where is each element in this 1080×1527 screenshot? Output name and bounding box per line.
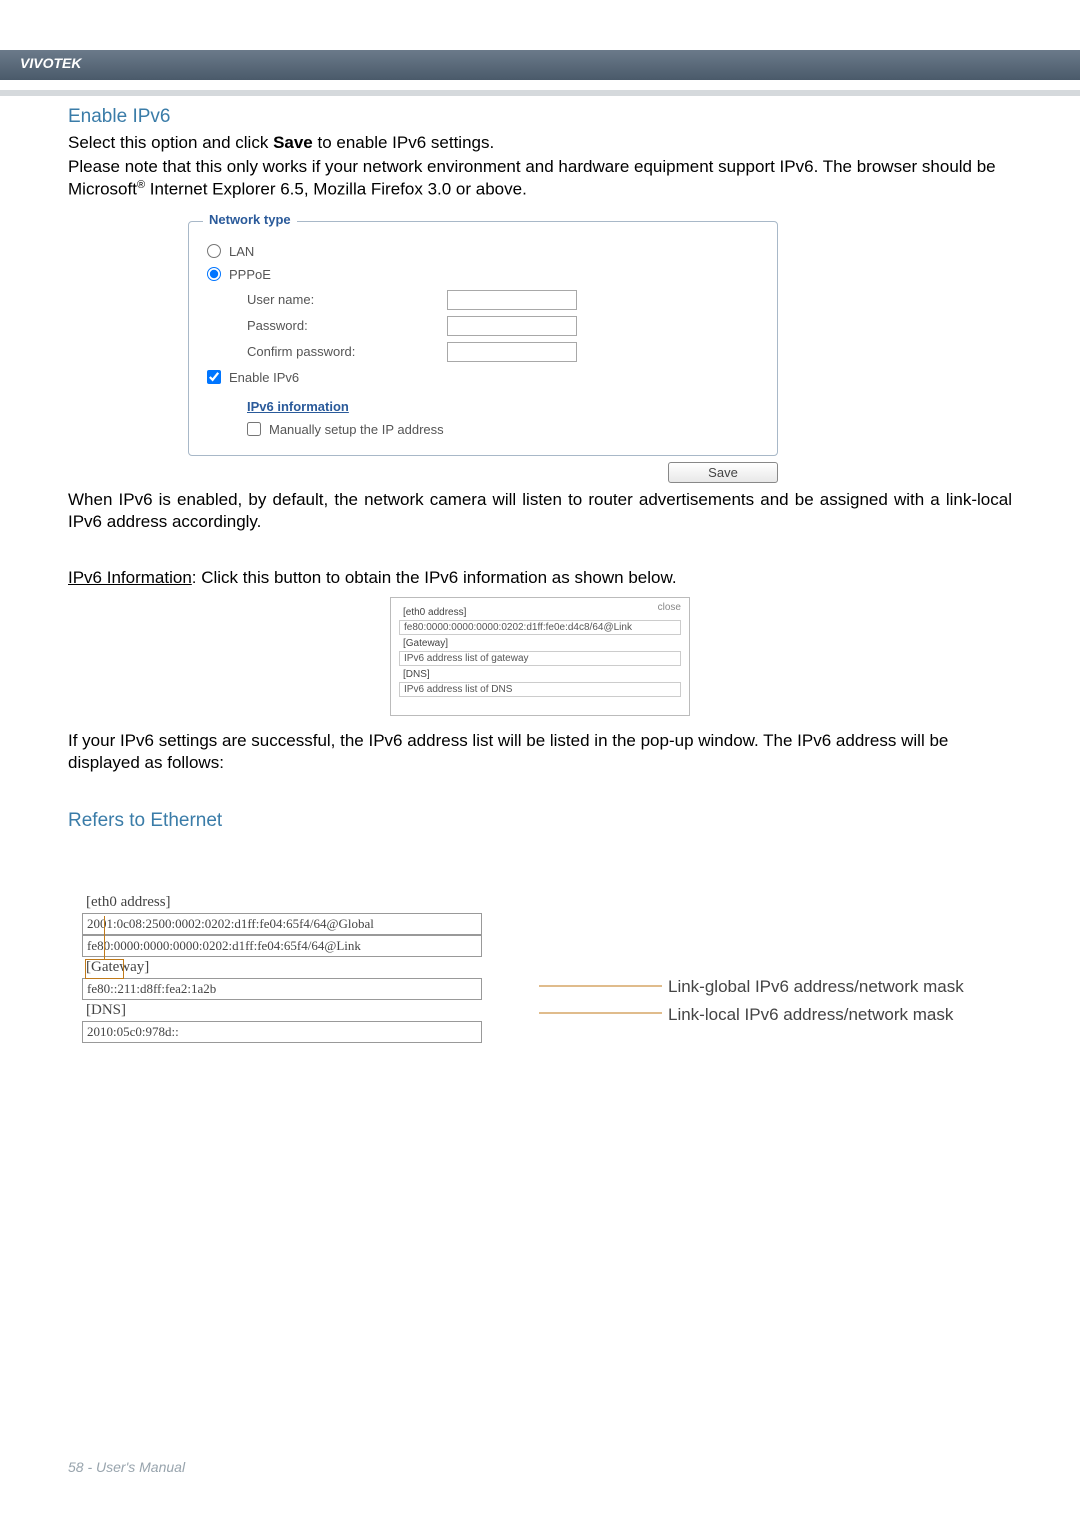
popup-dns-value: IPv6 address list of DNS xyxy=(399,682,681,697)
page-footer: 58 - User's Manual xyxy=(68,1459,185,1475)
lan-option[interactable]: LAN xyxy=(207,244,759,259)
intro-line-2: Please note that this only works if your… xyxy=(68,156,1012,201)
intro-line-1: Select this option and click Save to ena… xyxy=(68,132,1012,154)
ipv6-info-underline: IPv6 Information xyxy=(68,568,192,587)
big-dns-value: 2010:05c0:978d:: xyxy=(82,1021,482,1043)
enable-ipv6-row[interactable]: Enable IPv6 xyxy=(207,370,759,385)
popup-eth0-value: fe80:0000:0000:0000:0202:d1ff:fe0e:d4c8/… xyxy=(399,620,681,635)
username-input[interactable] xyxy=(447,290,577,310)
pppoe-radio[interactable] xyxy=(207,267,221,281)
big-eth0-label: [eth0 address] xyxy=(82,892,482,913)
callout-line-eth0 xyxy=(104,916,105,959)
callout-box-eth0 xyxy=(85,959,124,979)
ipv6-popup-small: close [eth0 address] fe80:0000:0000:0000… xyxy=(390,597,690,716)
refers-title: Refers to Ethernet xyxy=(68,810,1012,832)
pppoe-option[interactable]: PPPoE xyxy=(207,267,759,282)
big-link-addr: fe80:0000:0000:0000:0202:d1ff:fe04:65f4/… xyxy=(82,935,482,957)
confirm-row: Confirm password: xyxy=(247,342,759,362)
popup-gw-value: IPv6 address list of gateway xyxy=(399,651,681,666)
pppoe-label: PPPoE xyxy=(229,267,271,282)
manual-ip-row[interactable]: Manually setup the IP address xyxy=(247,422,759,437)
lan-label: LAN xyxy=(229,244,254,259)
big-dns-label: [DNS] xyxy=(82,1000,482,1021)
big-gw-value: fe80::211:d8ff:fea2:1a2b xyxy=(82,978,482,1000)
username-label: User name: xyxy=(247,292,447,307)
confirm-label: Confirm password: xyxy=(247,344,447,359)
popup-gw-label: [Gateway] xyxy=(399,637,681,650)
page-content: Enable IPv6 Select this option and click… xyxy=(0,76,1080,1043)
network-type-panel: Network type LAN PPPoE User name: Passwo… xyxy=(188,221,778,483)
brand-text: VIVOTEK xyxy=(20,55,81,71)
popup-dns-label: [DNS] xyxy=(399,668,681,681)
manual-ip-label: Manually setup the IP address xyxy=(269,422,444,437)
enable-ipv6-checkbox[interactable] xyxy=(207,370,221,384)
ipv6-information-link[interactable]: IPv6 information xyxy=(247,399,349,414)
confirm-input[interactable] xyxy=(447,342,577,362)
after-panel-text: When IPv6 is enabled, by default, the ne… xyxy=(68,489,1012,533)
annot-global: Link-global IPv6 address/network mask xyxy=(668,977,964,997)
enable-ipv6-label: Enable IPv6 xyxy=(229,370,299,385)
password-input[interactable] xyxy=(447,316,577,336)
lan-radio[interactable] xyxy=(207,244,221,258)
save-row: Save xyxy=(188,462,778,483)
ipv6-big-block: [eth0 address] 2001:0c08:2500:0002:0202:… xyxy=(68,892,1012,1043)
panel-legend: Network type xyxy=(203,212,297,227)
save-button[interactable]: Save xyxy=(668,462,778,483)
big-gw-label: [Gateway] xyxy=(82,957,482,978)
ipv6-info-line: IPv6 Information: Click this button to o… xyxy=(68,567,1012,589)
username-row: User name: xyxy=(247,290,759,310)
section-title: Enable IPv6 xyxy=(68,106,1012,128)
big-global-addr: 2001:0c08:2500:0002:0202:d1ff:fe04:65f4/… xyxy=(82,913,482,935)
manual-ip-checkbox[interactable] xyxy=(247,422,261,436)
popup-eth0-label: [eth0 address] xyxy=(399,606,681,619)
annot-local: Link-local IPv6 address/network mask xyxy=(668,1005,953,1025)
close-link[interactable]: close xyxy=(658,602,681,613)
after-popup-text: If your IPv6 settings are successful, th… xyxy=(68,730,1012,774)
password-label: Password: xyxy=(247,318,447,333)
password-row: Password: xyxy=(247,316,759,336)
